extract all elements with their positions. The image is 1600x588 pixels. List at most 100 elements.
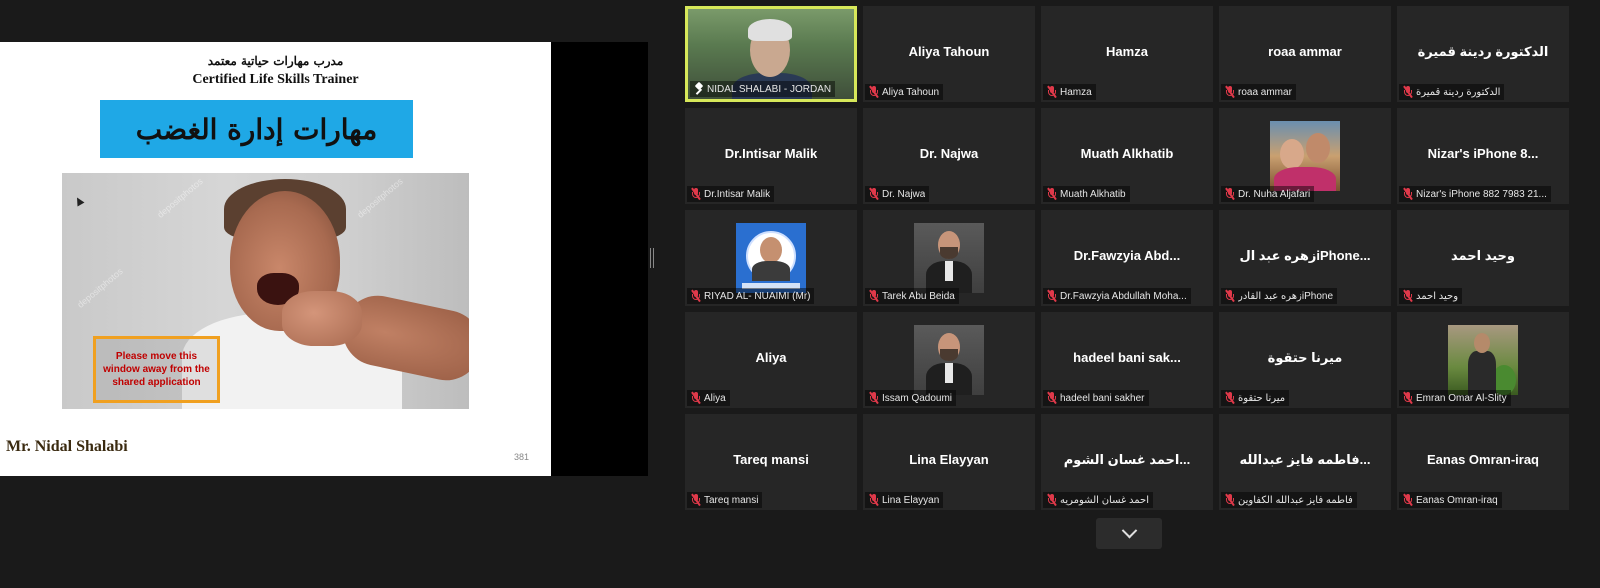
participant-name-bar: Emran Omar Al-Slity xyxy=(1399,390,1511,406)
participant-display-name: ميرنا حتقوة xyxy=(1267,350,1343,365)
participant-tile[interactable]: Tareq mansi Tareq mansi xyxy=(685,414,857,510)
warning-text: Please move this window away from the sh… xyxy=(103,351,210,388)
panel-resize-handle[interactable] xyxy=(650,248,654,268)
participant-name-bar: roaa ammar xyxy=(1221,84,1296,100)
participant-tile[interactable]: وحيد احمد وحيد احمد xyxy=(1397,210,1569,306)
muted-mic-icon xyxy=(1403,391,1413,405)
presentation-slide: مدرب مهارات حياتية معتمد Certified Life … xyxy=(0,42,551,476)
muted-mic-icon xyxy=(869,187,879,201)
participant-name-label: Aliya Tahoun xyxy=(882,86,940,98)
participant-name-label: NIDAL SHALABI - JORDAN xyxy=(707,83,832,95)
participant-name-bar: Tareq mansi xyxy=(687,492,763,508)
participant-name-label: Tareq mansi xyxy=(704,494,759,506)
participant-tile[interactable]: Aliya Aliya xyxy=(685,312,857,408)
participant-name-label: احمد غسان الشومريه xyxy=(1060,494,1150,506)
muted-mic-icon xyxy=(1047,391,1057,405)
participant-tile[interactable]: Dr.Intisar Malik Dr.Intisar Malik xyxy=(685,108,857,204)
participant-display-name: Aliya xyxy=(755,350,787,365)
muted-mic-icon xyxy=(691,391,701,405)
muted-mic-icon xyxy=(869,85,879,99)
participant-display-name: Dr. Najwa xyxy=(919,146,979,161)
participant-tile[interactable]: RIYAD AL- NUAIMI (Mr) xyxy=(685,210,857,306)
participant-name-bar: Nizar's iPhone 882 7983 21... xyxy=(1399,186,1551,202)
muted-mic-icon xyxy=(1403,187,1413,201)
participant-tile[interactable]: Eanas Omran-iraq Eanas Omran-iraq xyxy=(1397,414,1569,510)
participant-tile[interactable]: roaa ammar roaa ammar xyxy=(1219,6,1391,102)
muted-mic-icon xyxy=(1225,493,1235,507)
participant-tile[interactable]: Hamza Hamza xyxy=(1041,6,1213,102)
participant-tile[interactable]: فاطمه فايز عبدالله... فاطمه فايز عبدالله … xyxy=(1219,414,1391,510)
participant-name-bar: NIDAL SHALABI - JORDAN xyxy=(690,81,836,97)
participant-display-name: roaa ammar xyxy=(1268,44,1342,59)
muted-mic-icon xyxy=(869,391,879,405)
participant-tile[interactable]: Tarek Abu Beida xyxy=(863,210,1035,306)
participant-display-name: زهره عبد الiPhone... xyxy=(1239,248,1371,263)
participant-name-bar: Hamza xyxy=(1043,84,1096,100)
gallery-scroll-down-button[interactable] xyxy=(1096,518,1162,549)
participant-name-bar: Aliya Tahoun xyxy=(865,84,944,100)
muted-mic-icon xyxy=(1047,493,1057,507)
participant-name-label: Tarek Abu Beida xyxy=(882,290,955,302)
participant-name-bar: Dr.Fawzyia Abdullah Moha... xyxy=(1043,288,1191,304)
participant-tile[interactable]: Emran Omar Al-Slity xyxy=(1397,312,1569,408)
participant-name-bar: ميرنا حتقوة xyxy=(1221,390,1290,406)
slide-title-banner: مهارات إدارة الغضب xyxy=(100,100,413,158)
participant-name-label: Dr.Intisar Malik xyxy=(704,188,771,200)
participant-tile[interactable]: Issam Qadoumi xyxy=(863,312,1035,408)
participant-avatar xyxy=(914,325,984,395)
muted-mic-icon xyxy=(1047,187,1057,201)
slide-number: 381 xyxy=(513,452,529,462)
participant-name-label: Eanas Omran-iraq xyxy=(1416,494,1498,506)
participant-tile[interactable]: NIDAL SHALABI - JORDAN xyxy=(685,6,857,102)
participant-name-label: Dr.Fawzyia Abdullah Moha... xyxy=(1060,290,1187,302)
muted-mic-icon xyxy=(1225,187,1235,201)
participant-tile[interactable]: Muath Alkhatib Muath Alkhatib xyxy=(1041,108,1213,204)
participant-name-label: Emran Omar Al-Slity xyxy=(1416,392,1507,404)
move-window-warning: Please move this window away from the sh… xyxy=(93,336,220,403)
participant-display-name: Eanas Omran-iraq xyxy=(1427,452,1539,467)
participant-name-bar: RIYAD AL- NUAIMI (Mr) xyxy=(687,288,815,304)
participant-display-name: Muath Alkhatib xyxy=(1080,146,1174,161)
participant-tile[interactable]: hadeel bani sak... hadeel bani sakher xyxy=(1041,312,1213,408)
participant-display-name: Dr.Fawzyia Abd... xyxy=(1073,248,1181,263)
participant-tile[interactable]: Lina Elayyan Lina Elayyan xyxy=(863,414,1035,510)
participant-name-label: Dr. Najwa xyxy=(882,188,926,200)
participant-name-label: Issam Qadoumi xyxy=(882,392,953,404)
participant-name-label: Aliya xyxy=(704,392,726,404)
presenter-name: Mr. Nidal Shalabi xyxy=(6,438,128,455)
participant-display-name: Nizar's iPhone 8... xyxy=(1427,146,1539,161)
participant-name-label: roaa ammar xyxy=(1238,86,1292,98)
muted-mic-icon xyxy=(1403,289,1413,303)
participant-tile[interactable]: زهره عبد الiPhone... زهره عبد القادرiPhon… xyxy=(1219,210,1391,306)
participant-name-label: Hamza xyxy=(1060,86,1092,98)
participant-display-name: Aliya Tahoun xyxy=(908,44,990,59)
participant-name-bar: Dr.Intisar Malik xyxy=(687,186,775,202)
participant-name-label: فاطمه فايز عبدالله الكفاوين xyxy=(1238,494,1353,506)
participant-name-label: Dr. Nuha Aljafari xyxy=(1238,188,1311,200)
participant-tile[interactable]: Dr.Fawzyia Abd... Dr.Fawzyia Abdullah Moh… xyxy=(1041,210,1213,306)
chevron-down-icon xyxy=(1121,522,1137,539)
muted-mic-icon xyxy=(1047,85,1057,99)
participant-tile[interactable]: ميرنا حتقوة ميرنا حتقوة xyxy=(1219,312,1391,408)
pin-icon xyxy=(694,81,704,95)
participant-name-bar: Dr. Nuha Aljafari xyxy=(1221,186,1315,202)
participant-display-name: Tareq mansi xyxy=(733,452,809,467)
participant-tile[interactable]: الدكتورة ردينة قميرة الدكتورة ردينة قميرة xyxy=(1397,6,1569,102)
participant-name-bar: فاطمه فايز عبدالله الكفاوين xyxy=(1221,492,1357,508)
muted-mic-icon xyxy=(1225,289,1235,303)
participant-name-bar: الدكتورة ردينة قميرة xyxy=(1399,84,1505,100)
participant-display-name: الدكتورة ردينة قميرة xyxy=(1417,44,1549,59)
participant-tile[interactable]: احمد غسان الشوم... احمد غسان الشومريه xyxy=(1041,414,1213,510)
participant-name-bar: احمد غسان الشومريه xyxy=(1043,492,1154,508)
slide-arabic-heading: مدرب مهارات حياتية معتمد xyxy=(207,54,344,68)
participant-name-bar: Lina Elayyan xyxy=(865,492,944,508)
participant-tile[interactable]: Dr. Nuha Aljafari xyxy=(1219,108,1391,204)
participant-avatar xyxy=(914,223,984,293)
participant-avatar xyxy=(736,223,806,293)
muted-mic-icon xyxy=(1225,391,1235,405)
participant-tile[interactable]: Nizar's iPhone 8... Nizar's iPhone 882 79… xyxy=(1397,108,1569,204)
participant-name-label: Muath Alkhatib xyxy=(1060,188,1126,200)
participant-tile[interactable]: Dr. Najwa Dr. Najwa xyxy=(863,108,1035,204)
participant-tile[interactable]: Aliya Tahoun Aliya Tahoun xyxy=(863,6,1035,102)
participant-display-name: Lina Elayyan xyxy=(909,452,989,467)
